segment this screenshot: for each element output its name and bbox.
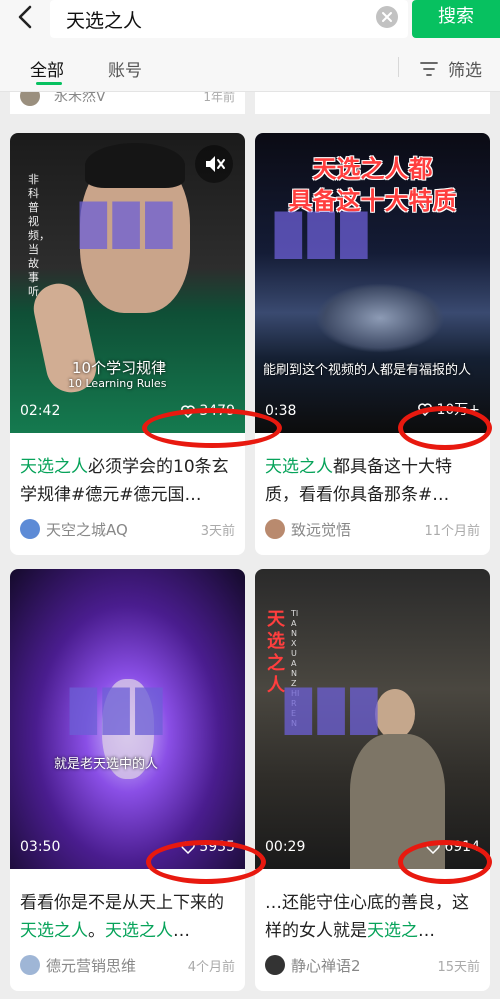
active-tab-indicator — [36, 82, 62, 85]
tab-all[interactable]: 全部 — [30, 56, 64, 81]
video-title[interactable]: 看看你是不是从天上下来的天选之人。天选之人… — [20, 889, 238, 945]
watermark: ▉▉▉ — [70, 689, 169, 735]
thumb-side-text: 非科普视频，当故事听 — [28, 173, 50, 298]
search-button[interactable]: 搜索 — [412, 0, 500, 38]
video-duration: 00:29 — [265, 839, 306, 855]
mute-button[interactable] — [195, 145, 233, 183]
mute-icon — [206, 156, 225, 172]
avatar — [20, 519, 40, 539]
video-card[interactable]: 就是老天选中的人 ▉▉▉ 03:50 5935 看看你是不是从天上下来的天选之人… — [10, 569, 245, 991]
avatar — [265, 955, 285, 975]
thumb-caption: 能刷到这个视频的人都是有福报的人 — [263, 363, 472, 378]
annotation-ring — [398, 406, 492, 450]
prev-card-time: 1年前 — [203, 92, 235, 104]
prev-card-left[interactable]: 永禾然V 1年前 — [10, 92, 245, 114]
filter-label: 筛选 — [448, 61, 482, 81]
tab-accounts[interactable]: 账号 — [108, 56, 142, 81]
thumb-title-line1: 天选之人都 — [312, 155, 433, 183]
thumb-caption: 10个学习规律 — [72, 359, 167, 377]
prev-card-right[interactable] — [255, 92, 490, 114]
video-card[interactable]: 天选之人 TIAN XUAN ZHI REN ▉▉▉ 00:29 6914 …还… — [255, 569, 490, 991]
space-station — [315, 283, 445, 353]
thumb-caption: 就是老天选中的人 — [54, 757, 159, 772]
watermark: ▉▉▉ — [275, 213, 374, 259]
avatar — [20, 92, 40, 106]
avatar — [265, 519, 285, 539]
video-title[interactable]: 天选之人都具备这十大特质，看看你具备那条#… — [265, 453, 483, 509]
prev-card-user: 永禾然V — [20, 92, 106, 106]
video-time: 4个月前 — [187, 960, 235, 975]
video-card[interactable]: 天选之人都 具备这十大特质 能刷到这个视频的人都是有福报的人 ▉▉▉ 0:38 … — [255, 133, 490, 555]
annotation-ring — [398, 840, 492, 884]
video-thumbnail[interactable]: 天选之人 TIAN XUAN ZHI REN ▉▉▉ 00:29 6914 — [255, 569, 490, 869]
thumb-caption-en: 10 Learning Rules — [68, 377, 167, 390]
watermark: ▉▉▉ — [285, 689, 384, 735]
search-input[interactable]: 天选之人 — [50, 0, 408, 38]
search-query[interactable]: 天选之人 — [66, 6, 142, 33]
watermark: ▉▉▉ — [80, 203, 179, 249]
video-title[interactable]: 天选之人必须学会的10条玄学规律#德元#德元国… — [20, 453, 238, 509]
thumb-side-title: 天选之人 — [267, 609, 285, 696]
filter-icon — [420, 61, 438, 76]
person-hair — [85, 143, 185, 188]
video-card[interactable]: 非科普视频，当故事听 10个学习规律 10 Learning Rules ▉▉▉… — [10, 133, 245, 555]
video-thumbnail[interactable]: 天选之人都 具备这十大特质 能刷到这个视频的人都是有福报的人 ▉▉▉ 0:38 … — [255, 133, 490, 433]
video-title[interactable]: …还能守住心底的善良，这样的女人就是天选之… — [265, 889, 483, 945]
video-time: 11个月前 — [424, 524, 480, 539]
filter-button[interactable]: 筛选 — [420, 56, 482, 81]
annotation-ring — [146, 840, 266, 884]
tab-bar: 全部 账号 筛选 — [0, 42, 500, 92]
video-thumbnail[interactable]: 非科普视频，当故事听 10个学习规律 10 Learning Rules ▉▉▉… — [10, 133, 245, 433]
video-time: 15天前 — [437, 960, 480, 975]
annotation-ring — [142, 408, 282, 448]
video-duration: 02:42 — [20, 403, 61, 419]
divider — [398, 57, 399, 77]
clear-icon[interactable] — [376, 6, 398, 28]
avatar — [20, 955, 40, 975]
video-thumbnail[interactable]: 就是老天选中的人 ▉▉▉ 03:50 5935 — [10, 569, 245, 869]
video-duration: 03:50 — [20, 839, 61, 855]
video-time: 3天前 — [200, 524, 235, 539]
top-bar: 天选之人 搜索 — [0, 0, 500, 42]
back-arrow-icon[interactable] — [12, 3, 40, 31]
